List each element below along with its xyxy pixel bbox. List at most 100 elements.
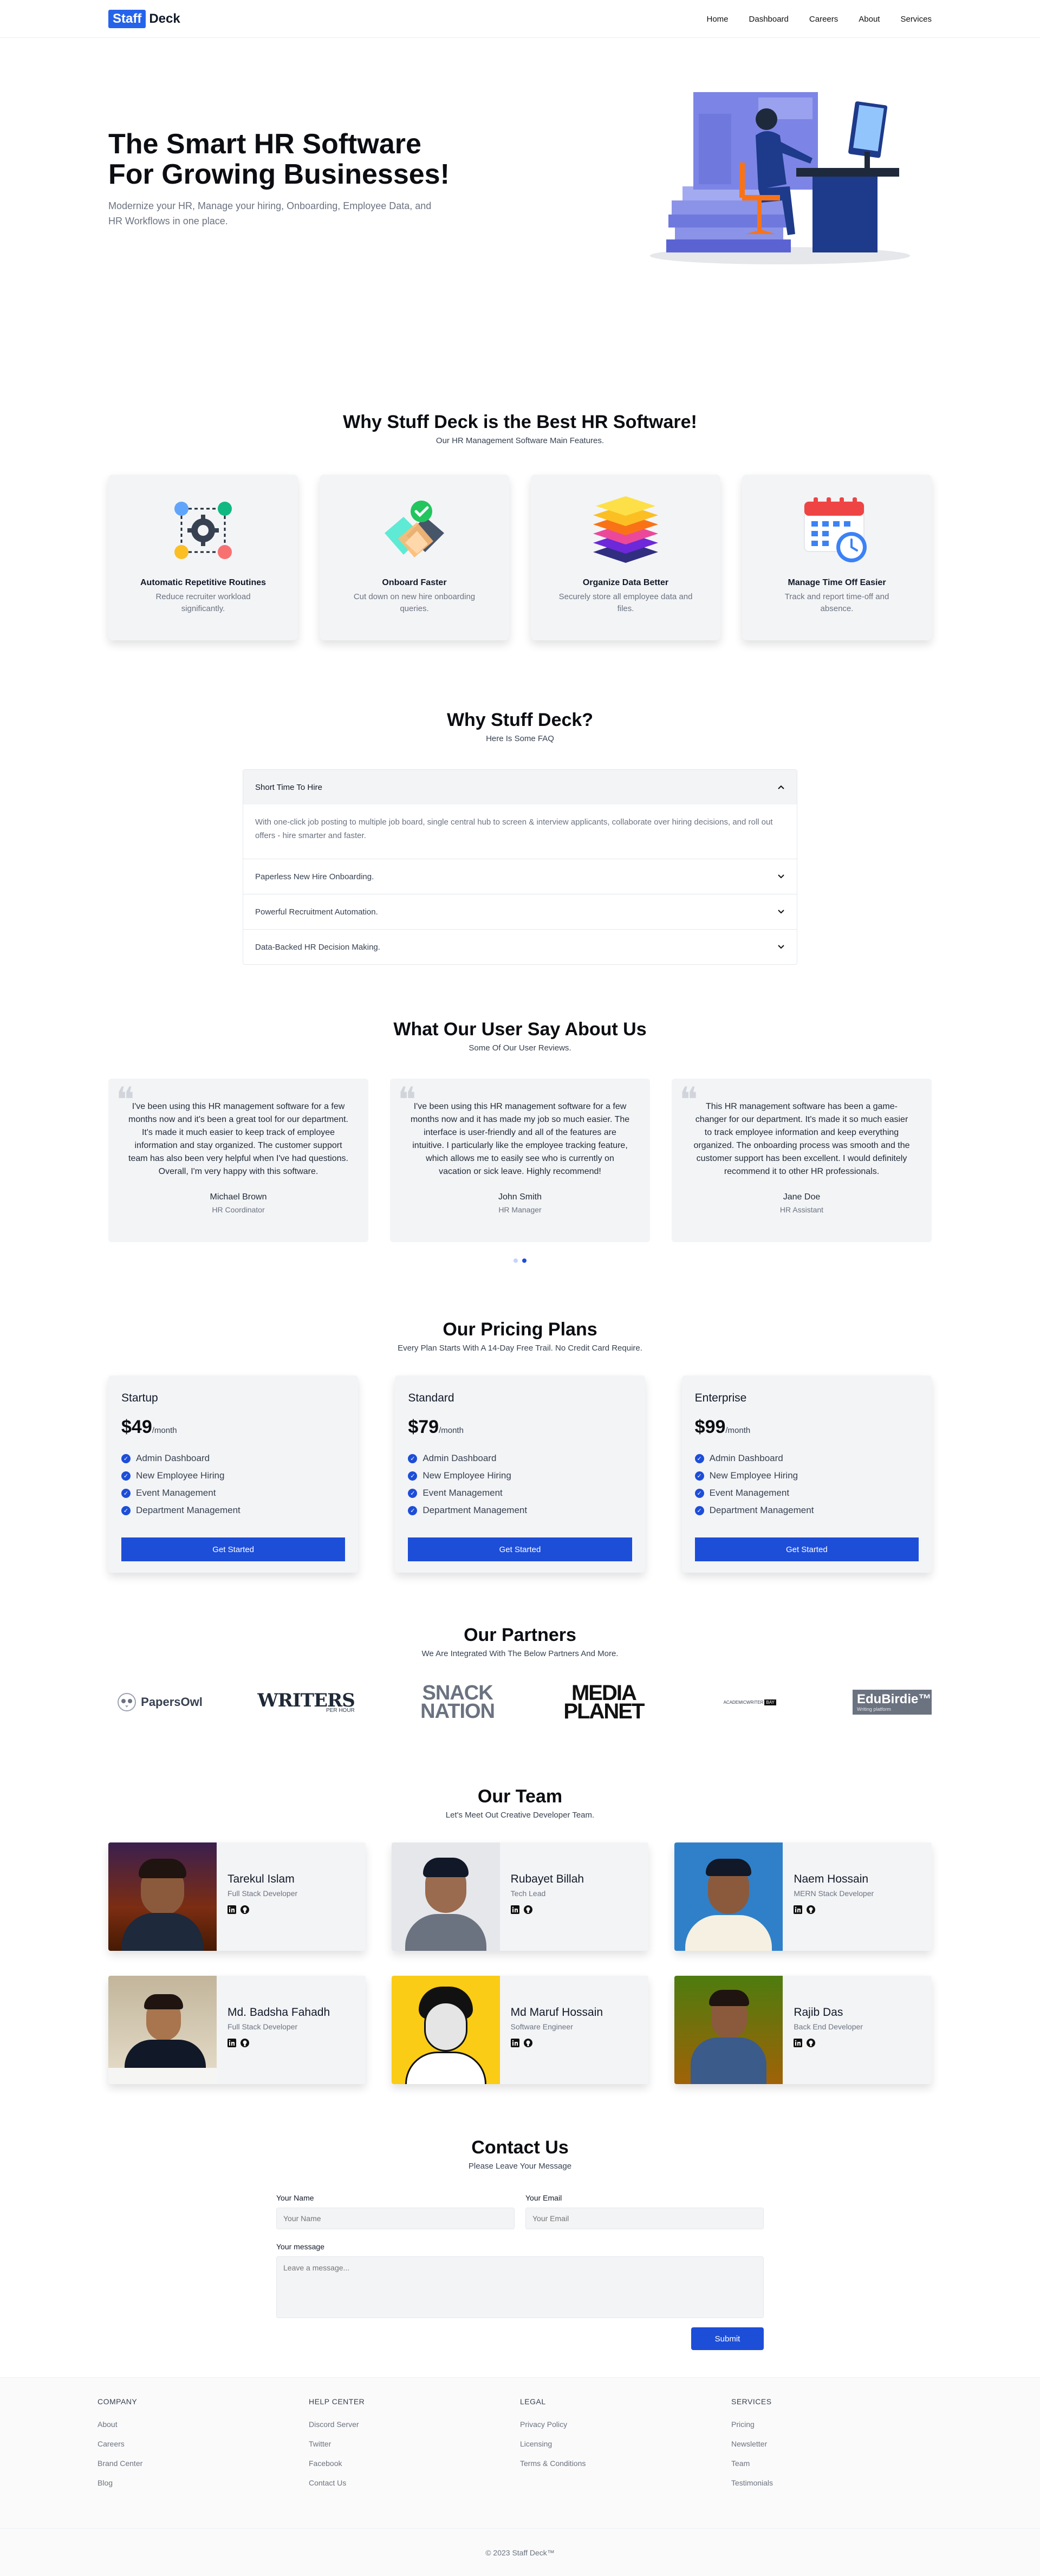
github-icon[interactable]: [240, 2039, 249, 2047]
footer-link[interactable]: About: [98, 2420, 309, 2439]
nav-link-services[interactable]: Services: [900, 15, 932, 24]
team-member-info: Rubayet Billah Tech Lead: [500, 1842, 595, 1951]
plan-price-value: $49: [121, 1417, 152, 1437]
linkedin-icon[interactable]: [794, 1905, 803, 1914]
footer-link[interactable]: Careers: [98, 2439, 309, 2459]
chevron-up-icon: [778, 785, 784, 789]
partner-name: ACADEMICWRITER: [723, 1699, 764, 1705]
footer-link[interactable]: Testimonials: [731, 2478, 942, 2498]
social-links: [794, 1905, 874, 1914]
partner-logos: PapersOwl WRITERS PER HOUR SNACK NATION …: [108, 1682, 932, 1723]
linkedin-icon[interactable]: [227, 2039, 236, 2047]
check-icon: ✓: [408, 1454, 418, 1463]
footer-column-services: SERVICES Pricing Newsletter Team Testimo…: [731, 2397, 942, 2498]
get-started-button[interactable]: Get Started: [694, 1537, 919, 1561]
workflow-icon: [174, 502, 232, 559]
submit-button[interactable]: Submit: [691, 2327, 764, 2350]
team-member-photo: [108, 1842, 217, 1951]
faq-item: Data-Backed HR Decision Making.: [243, 929, 797, 964]
partner-logo-academic-writer-bay[interactable]: ACADEMICWRITER BAY: [709, 1699, 790, 1705]
partner-tag: Writing platform: [856, 1706, 891, 1712]
partner-logo-edubirdie[interactable]: EduBirdie™ Writing platform: [852, 1690, 932, 1715]
footer-columns: COMPANY About Careers Brand Center Blog …: [98, 2397, 942, 2498]
footer-column-company: COMPANY About Careers Brand Center Blog: [98, 2397, 309, 2498]
feature-desc: Securely store all employee data and fil…: [558, 592, 693, 613]
partners-title: Our Partners: [464, 1625, 576, 1645]
get-started-button[interactable]: Get Started: [408, 1537, 632, 1561]
github-icon[interactable]: [240, 1905, 249, 1914]
name-input[interactable]: [276, 2208, 515, 2229]
testimonial-text: I've been using this HR management softw…: [410, 1102, 630, 1176]
footer-link[interactable]: Facebook: [309, 2459, 520, 2478]
hero-illustration: [650, 92, 910, 264]
pricing-title: Our Pricing Plans: [443, 1319, 597, 1340]
plan-name: Enterprise: [694, 1392, 747, 1404]
footer-link[interactable]: Licensing: [520, 2439, 731, 2459]
github-icon[interactable]: [807, 1905, 816, 1914]
partner-name-line2: NATION: [420, 1700, 495, 1723]
faq-question[interactable]: Paperless New Hire Onboarding.: [243, 859, 797, 894]
faq-item: Short Time To Hire With one-click job po…: [243, 770, 797, 859]
linkedin-icon[interactable]: [794, 2039, 803, 2047]
hero-text: The Smart HR Software For Growing Busine…: [108, 129, 498, 229]
faq-question-text: Data-Backed HR Decision Making.: [255, 942, 380, 952]
carousel-dot-active[interactable]: [522, 1258, 526, 1263]
footer-link[interactable]: Privacy Policy: [520, 2420, 731, 2439]
nav-link-careers[interactable]: Careers: [809, 15, 838, 24]
partner-logo-snack-nation[interactable]: SNACK NATION: [417, 1683, 498, 1723]
team-member-info: Rajib Das Back End Developer: [783, 1976, 874, 2084]
linkedin-icon[interactable]: [227, 1905, 236, 1914]
plan-feature-text: Admin Dashboard: [422, 1453, 497, 1463]
top-navbar: Staff Deck Home Dashboard Careers About …: [0, 0, 1040, 38]
logo[interactable]: Staff Deck: [108, 10, 180, 28]
footer-link[interactable]: Blog: [98, 2478, 309, 2498]
quote-icon: ❝: [679, 1080, 698, 1120]
footer-link[interactable]: Contact Us: [309, 2478, 520, 2498]
footer-link[interactable]: Discord Server: [309, 2420, 520, 2439]
feature-title: Organize Data Better: [582, 578, 669, 587]
email-input[interactable]: [525, 2208, 764, 2229]
footer-link[interactable]: Twitter: [309, 2439, 520, 2459]
social-links: [510, 1905, 584, 1914]
footer-links: Pricing Newsletter Team Testimonials: [731, 2420, 942, 2498]
footer-link[interactable]: Terms & Conditions: [520, 2459, 731, 2478]
message-textarea[interactable]: [276, 2256, 764, 2318]
plan-feature-text: Event Management: [422, 1488, 503, 1498]
github-icon[interactable]: [523, 2039, 532, 2047]
plan-feature-text: Department Management: [136, 1505, 240, 1515]
faq-question[interactable]: Powerful Recruitment Automation.: [243, 894, 797, 929]
team-member-name: Naem Hossain: [794, 1873, 869, 1885]
footer-link[interactable]: Pricing: [731, 2420, 942, 2439]
plan-name: Startup: [121, 1392, 158, 1404]
social-links: [227, 2039, 330, 2047]
chevron-down-icon: [778, 910, 784, 914]
get-started-button[interactable]: Get Started: [121, 1537, 346, 1561]
github-icon[interactable]: [807, 2039, 816, 2047]
github-icon[interactable]: [523, 1905, 532, 1914]
footer-link[interactable]: Team: [731, 2459, 942, 2478]
check-icon: ✓: [408, 1506, 418, 1515]
team-member-role: Full Stack Developer: [227, 1889, 298, 1898]
faq-subtitle: Here Is Some FAQ: [486, 734, 554, 743]
nav-link-dashboard[interactable]: Dashboard: [749, 15, 789, 24]
testimonials-subtitle: Some Of Our User Reviews.: [469, 1043, 571, 1053]
nav-link-home[interactable]: Home: [707, 15, 729, 24]
carousel-dot[interactable]: [514, 1258, 518, 1263]
partner-logo-papersowl[interactable]: PapersOwl: [108, 1692, 211, 1712]
team-member-info: Md. Badsha Fahadh Full Stack Developer: [217, 1976, 341, 2084]
footer-link[interactable]: Brand Center: [98, 2459, 309, 2478]
linkedin-icon[interactable]: [510, 1905, 519, 1914]
footer-column-help-center: HELP CENTER Discord Server Twitter Faceb…: [309, 2397, 520, 2498]
linkedin-icon[interactable]: [510, 2039, 519, 2047]
footer-link[interactable]: Newsletter: [731, 2439, 942, 2459]
nav-link-about[interactable]: About: [859, 15, 880, 24]
faq-question[interactable]: Data-Backed HR Decision Making.: [243, 930, 797, 964]
partner-logo-media-planet[interactable]: MEDIA PLANET: [560, 1682, 647, 1722]
plan-feature-text: Event Management: [136, 1488, 216, 1498]
plan-feature-text: Admin Dashboard: [709, 1453, 783, 1463]
partner-logo-writers-per-hour[interactable]: WRITERS PER HOUR: [257, 1691, 355, 1714]
faq-question[interactable]: Short Time To Hire: [243, 770, 797, 804]
contact-title: Contact Us: [471, 2137, 569, 2158]
social-links: [794, 2039, 863, 2047]
testimonial-role: HR Assistant: [779, 1205, 824, 1214]
